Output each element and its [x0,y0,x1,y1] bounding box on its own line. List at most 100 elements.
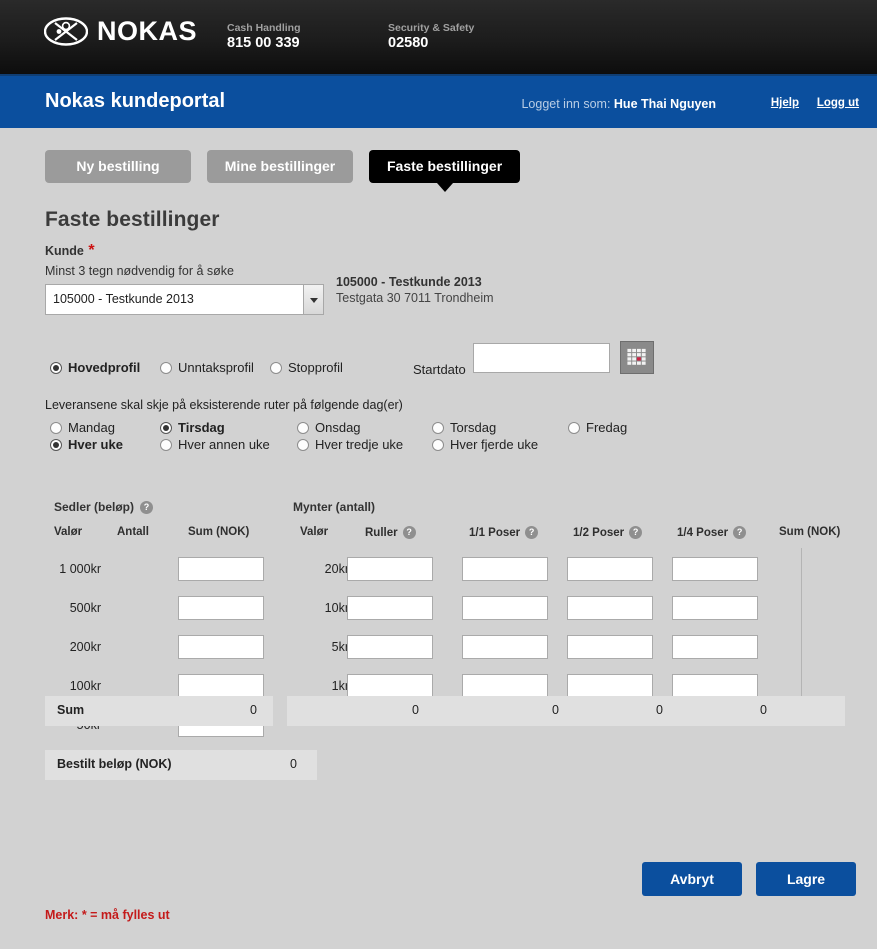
tab-mine-bestillinger[interactable]: Mine bestillinger [207,150,353,183]
input-coins-1kr-1-4-poser[interactable] [672,674,758,698]
coins-sum-row: 0 0 0 0 [287,696,845,726]
radio-freq-hver-uke[interactable]: Hver uke [50,437,123,452]
help-icon[interactable]: ? [140,500,154,514]
notes-sum-row: Sum 0 [45,696,273,726]
input-coins-10kr-1-2-poser[interactable] [567,596,653,620]
calendar-glyph-icon [625,346,649,369]
radio-day-torsdag[interactable]: Torsdag [432,420,496,435]
input-coins-20kr-1-1-poser[interactable] [462,557,548,581]
brand-text: NOKAS [97,16,198,46]
portal-header-bar: Nokas kundeportal Logget inn som: Hue Th… [0,74,877,128]
input-coins-1kr-1-2-poser[interactable] [567,674,653,698]
nokas-oval-logo-icon [44,17,88,46]
input-notes-200kr[interactable] [178,635,264,659]
calendar-icon[interactable] [620,341,654,374]
logged-in-prefix: Logget inn som: [521,97,611,111]
logout-link[interactable]: Logg ut [817,97,859,109]
table-row-label: 200kr [69,640,101,654]
input-notes-500kr[interactable] [178,596,264,620]
col-header-coins-1-1-poser: 1/1 Poser ? [469,526,539,539]
help-icon[interactable]: ? [733,526,747,539]
input-coins-1kr-ruller[interactable] [347,674,433,698]
radio-day-fredag[interactable]: Fredag [568,420,627,435]
input-notes-1000kr[interactable] [178,557,264,581]
radio-freq-hver-annen-uke[interactable]: Hver annen uke [160,437,270,452]
col-header-coins-ruller: Ruller ? [365,526,416,539]
logged-in-user: Hue Thai Nguyen [613,97,716,111]
save-button[interactable]: Lagre [756,862,856,896]
radio-label: Hver annen uke [178,437,270,452]
coins-sum-1-4-poser: 0 [760,703,767,717]
contact-security-safety: Security & Safety 02580 [388,21,474,52]
col-header-coins-1-2-poser: 1/2 Poser ? [573,526,643,539]
col-header-coins-1-4-poser: 1/4 Poser ? [677,526,747,539]
cancel-button[interactable]: Avbryt [642,862,742,896]
input-coins-1kr-1-1-poser[interactable] [462,674,548,698]
radio-hovedprofil[interactable]: Hovedprofil [50,360,140,375]
radio-label: Unntaksprofil [178,360,254,375]
input-notes-100kr[interactable] [178,674,264,698]
radio-label: Onsdag [315,420,361,435]
total-amount-row: Bestilt beløp (NOK) 0 [45,750,317,780]
col-header-notes-sum: Sum (NOK) [188,526,250,538]
delivery-heading: Leveransene skal skje på eksisterende ru… [45,398,403,412]
help-icon[interactable]: ? [525,526,539,539]
col-header-coins-valor: Valør [300,526,329,538]
radio-dot-icon [50,438,62,451]
col-label: Ruller [365,526,398,539]
coins-group-title: Mynter (antall) [293,500,375,514]
customer-info-name: 105000 - Testkunde 2013 [336,275,482,289]
total-value: 0 [290,757,297,771]
input-coins-5kr-1-2-poser[interactable] [567,635,653,659]
table-row-label: 1 000kr [59,562,101,576]
radio-stopprofil[interactable]: Stopprofil [270,360,343,375]
table-row-label: 5kr [331,640,349,654]
nokas-logo[interactable]: NOKAS [44,17,197,46]
radio-day-mandag[interactable]: Mandag [50,420,115,435]
notes-group-label: Sedler (beløp) [54,500,135,514]
top-header-bar: NOKAS Cash Handling 815 00 339 Security … [0,0,877,74]
contact-number: 815 00 339 [227,35,300,51]
chevron-down-icon[interactable] [304,284,324,315]
tab-faste-bestillinger[interactable]: Faste bestillinger [369,150,521,192]
input-coins-10kr-ruller[interactable] [347,596,433,620]
radio-freq-hver-tredje-uke[interactable]: Hver tredje uke [297,437,403,452]
radio-freq-hver-fjerde-uke[interactable]: Hver fjerde uke [432,437,538,452]
radio-day-onsdag[interactable]: Onsdag [297,420,361,435]
radio-label: Stopprofil [288,360,343,375]
col-label: 1/4 Poser [677,526,729,539]
input-coins-20kr-1-4-poser[interactable] [672,557,758,581]
radio-dot-icon [160,421,172,434]
contact-number: 02580 [388,35,429,51]
radio-dot-icon [160,438,172,451]
tab-ny-bestilling[interactable]: Ny bestilling [45,150,191,183]
input-coins-10kr-1-1-poser[interactable] [462,596,548,620]
customer-info: 105000 - Testkunde 2013 Testgata 30 7011… [336,274,494,306]
customer-select[interactable]: 105000 - Testkunde 2013 [45,284,304,315]
table-row-label: 10kr [324,601,349,615]
input-coins-5kr-1-4-poser[interactable] [672,635,758,659]
main-content: Faste bestillinger Kunde * Minst 3 tegn … [0,208,877,780]
table-row-label: 1kr [331,679,349,693]
startdato-input[interactable] [473,343,610,373]
help-icon[interactable]: ? [402,526,416,539]
notes-sum-label: Sum [57,703,85,717]
input-coins-20kr-1-2-poser[interactable] [567,557,653,581]
help-link[interactable]: Hjelp [771,97,799,109]
radio-dot-icon [432,438,444,451]
coins-group-label: Mynter (antall) [293,500,376,514]
input-coins-5kr-ruller[interactable] [347,635,433,659]
notes-group-title: Sedler (beløp) ? [54,500,154,514]
radio-day-tirsdag[interactable]: Tirsdag [160,420,225,435]
radio-label: Hver uke [68,437,123,452]
input-coins-10kr-1-4-poser[interactable] [672,596,758,620]
radio-dot-icon [432,421,444,434]
radio-unntaksprofil[interactable]: Unntaksprofil [160,360,254,375]
input-coins-20kr-ruller[interactable] [347,557,433,581]
help-icon[interactable]: ? [629,526,643,539]
contact-label: Cash Handling [227,22,301,34]
startdato-label: Startdato [413,362,466,377]
table-row-label: 500kr [69,601,101,615]
input-coins-5kr-1-1-poser[interactable] [462,635,548,659]
radio-label: Tirsdag [178,420,225,435]
